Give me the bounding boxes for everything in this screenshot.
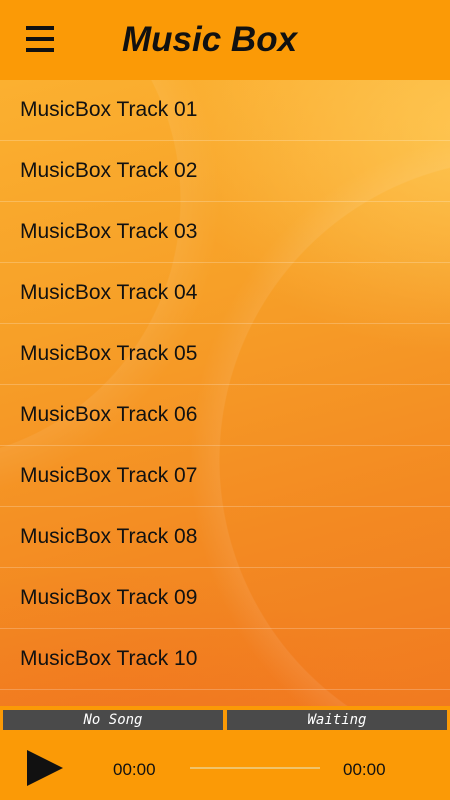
track-item[interactable]: MusicBox Track 10: [0, 629, 450, 690]
song-status-label: No Song: [3, 710, 223, 730]
track-label: MusicBox Track 06: [20, 403, 198, 426]
menu-bar: [26, 37, 54, 41]
hamburger-menu-icon[interactable]: [26, 26, 54, 52]
player-status-label: Waiting: [227, 710, 447, 730]
track-label: MusicBox Track 05: [20, 342, 198, 365]
menu-bar: [26, 26, 54, 30]
track-item[interactable]: MusicBox Track 05: [0, 324, 450, 385]
app-header: Music Box: [0, 0, 450, 80]
track-item[interactable]: MusicBox Track 01: [0, 80, 450, 141]
track-item[interactable]: MusicBox Track 07: [0, 446, 450, 507]
track-label: MusicBox Track 03: [20, 220, 198, 243]
track-label: MusicBox Track 07: [20, 464, 198, 487]
track-item[interactable]: MusicBox Track 09: [0, 568, 450, 629]
track-label: MusicBox Track 09: [20, 586, 198, 609]
current-time: 00:00: [113, 760, 156, 779]
track-label: MusicBox Track 08: [20, 525, 198, 548]
track-item[interactable]: MusicBox Track 06: [0, 385, 450, 446]
menu-bar: [26, 48, 54, 52]
progress-bar[interactable]: [190, 767, 320, 769]
play-icon[interactable]: [27, 750, 63, 786]
track-item[interactable]: MusicBox Track 04: [0, 263, 450, 324]
track-label: MusicBox Track 04: [20, 281, 198, 304]
track-label: MusicBox Track 10: [20, 647, 198, 670]
track-item[interactable]: MusicBox Track 03: [0, 202, 450, 263]
app-title: Music Box: [122, 20, 298, 59]
track-item[interactable]: MusicBox Track 08: [0, 507, 450, 568]
total-time: 00:00: [343, 760, 386, 779]
track-item[interactable]: MusicBox Track 02: [0, 141, 450, 202]
track-label: MusicBox Track 01: [20, 98, 198, 121]
track-list: MusicBox Track 01 MusicBox Track 02 Musi…: [0, 80, 450, 706]
track-label: MusicBox Track 02: [20, 159, 198, 182]
player-bar: No Song Waiting 00:00 00:00: [0, 706, 450, 800]
